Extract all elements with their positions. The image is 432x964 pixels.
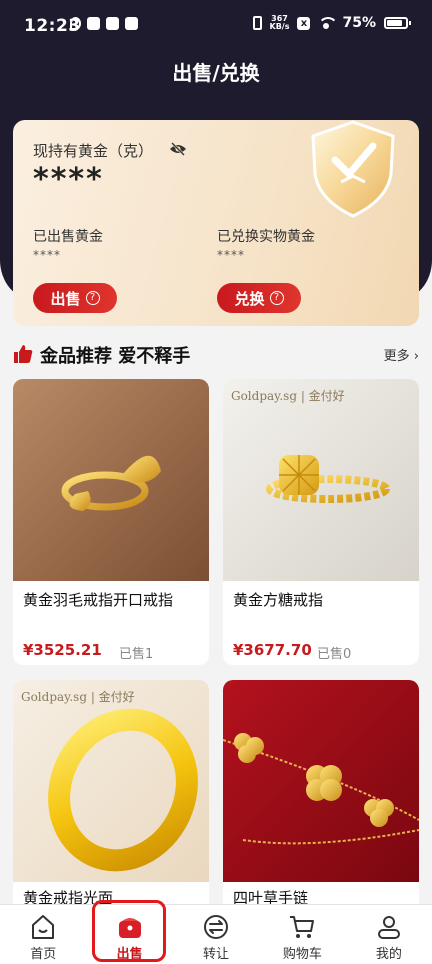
cart-icon [290, 916, 315, 938]
active-tab-highlight [92, 900, 166, 962]
exchange-button[interactable]: 兑换 ? [217, 283, 301, 313]
exchanged-gold-value: **** [217, 248, 245, 262]
product-image [13, 379, 209, 581]
gold-holdings-card: 现持有黄金（克） **** 已出售黄金 **** 已兑换实物黄金 **** 出售… [13, 120, 419, 326]
network-speed: 367 KB/s [269, 14, 290, 31]
user-icon [377, 916, 400, 939]
product-name: 黄金羽毛戒指开口戒指 [23, 591, 174, 609]
product-price: ¥3677.70 [233, 641, 312, 659]
product-sold-count: 已售1 [119, 647, 154, 662]
product-image [223, 379, 419, 581]
recommend-section-header: 金品推荐 爱不释手 更多 › [13, 340, 419, 368]
vibrate-icon [252, 16, 262, 30]
chevron-right-icon: › [413, 349, 419, 364]
tab-label: 转让 [203, 947, 230, 962]
product-name: 黄金方糖戒指 [233, 591, 324, 609]
held-gold-label: 现持有黄金（克） [33, 142, 154, 160]
home-icon [32, 915, 55, 939]
mail-icon [87, 17, 100, 30]
tiktok-icon [70, 17, 81, 30]
app-icon [106, 17, 119, 30]
product-sold-count: 已售0 [317, 647, 352, 662]
app-icon [125, 17, 138, 30]
notification-icons [70, 17, 138, 30]
transfer-icon [204, 915, 229, 939]
eye-hidden-icon[interactable] [169, 142, 187, 156]
brand-watermark: Goldpay.sg | 金付好 [21, 690, 135, 704]
sell-button[interactable]: 出售 ? [33, 283, 117, 313]
battery-percent: 75% [342, 15, 376, 31]
gold-shield-icon [311, 120, 395, 218]
tab-transfer[interactable]: 转让 [173, 905, 259, 964]
wifi-icon [318, 17, 339, 29]
brand-watermark: Goldpay.sg | 金付好 [231, 389, 345, 403]
tab-label: 购物车 [282, 947, 322, 962]
exchanged-gold-label: 已兑换实物黄金 [217, 229, 315, 245]
product-card[interactable]: 四叶草手链 [223, 680, 419, 920]
thumbs-up-icon [14, 345, 33, 363]
sold-gold-value: **** [33, 248, 61, 262]
section-title: 金品推荐 爱不释手 [40, 346, 191, 367]
tab-cart[interactable]: 购物车 [259, 905, 345, 964]
page-title: 出售/兑换 [172, 61, 260, 85]
held-gold-value: **** [33, 162, 104, 197]
help-icon: ? [269, 291, 284, 305]
product-price: ¥3525.21 [23, 641, 102, 659]
bottom-tab-bar: 首页 出售 转让 购物车 我的 [0, 904, 432, 964]
tab-profile[interactable]: 我的 [346, 905, 432, 964]
product-image [223, 680, 419, 882]
more-link[interactable]: 更多 › [384, 345, 419, 364]
tab-label: 我的 [375, 947, 402, 962]
sold-gold-label: 已出售黄金 [33, 229, 103, 245]
battery-icon [384, 17, 411, 29]
product-card[interactable]: Goldpay.sg | 金付好 黄金戒指光面 [13, 680, 209, 920]
status-bar: 12:23 367 KB/s x 75% [0, 0, 432, 52]
sim-icon: x [297, 16, 311, 30]
help-icon: ? [85, 291, 100, 305]
tab-label: 首页 [30, 947, 57, 962]
product-card[interactable]: Goldpay.sg | 金付好 黄金方糖戒指 ¥3677.70 已售0 [223, 379, 419, 665]
product-card[interactable]: 黄金羽毛戒指开口戒指 ¥3525.21 已售1 [13, 379, 209, 665]
product-image [13, 680, 209, 882]
tab-home[interactable]: 首页 [0, 905, 86, 964]
